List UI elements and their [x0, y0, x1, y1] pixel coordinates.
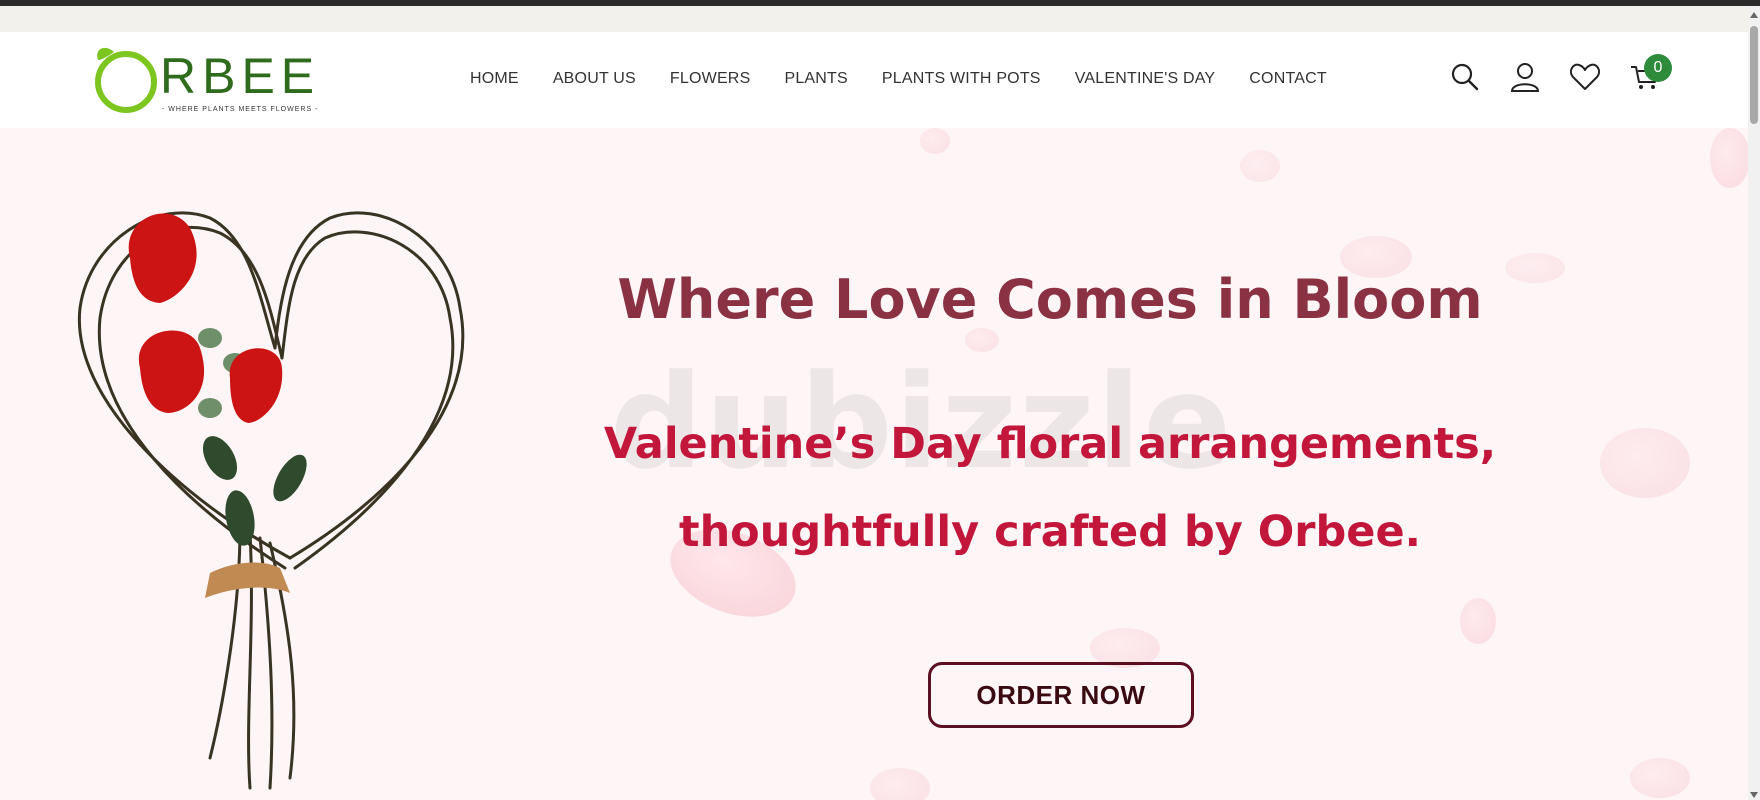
cart-count-badge: 0: [1644, 54, 1672, 82]
petal-decoration: [1630, 758, 1690, 798]
nav-contact[interactable]: CONTACT: [1249, 70, 1327, 88]
logo-o-ring-icon: [95, 47, 157, 113]
petal-decoration: [1600, 428, 1690, 498]
user-icon[interactable]: [1508, 60, 1542, 94]
petal-decoration: [1460, 598, 1496, 644]
hero-subline: Valentine’s Day floral arrangements, tho…: [603, 419, 1497, 557]
hero-banner: dubizzle Where Love Comes in Bloom Valen…: [0, 128, 1748, 800]
nav-home[interactable]: HOME: [470, 70, 519, 88]
petal-decoration: [1240, 150, 1280, 182]
nav-flowers[interactable]: FLOWERS: [670, 70, 751, 88]
logo-tagline: - WHERE PLANTS MEETS FLOWERS -: [162, 106, 319, 113]
nav-plants[interactable]: PLANTS: [784, 70, 847, 88]
petal-decoration: [920, 128, 950, 154]
search-icon[interactable]: [1448, 60, 1482, 94]
rose-bouquet-image: [77, 211, 465, 790]
nav-about-us[interactable]: ABOUT US: [553, 70, 636, 88]
orbee-logo[interactable]: RBEE - WHERE PLANTS MEETS FLOWERS -: [88, 40, 318, 122]
scroll-thumb[interactable]: [1750, 26, 1758, 124]
petal-decoration: [1505, 253, 1565, 283]
site-header: RBEE - WHERE PLANTS MEETS FLOWERS - HOME…: [0, 32, 1748, 128]
nav-plants-with-pots[interactable]: PLANTS WITH POTS: [882, 70, 1041, 88]
heart-icon[interactable]: [1568, 60, 1602, 94]
nav-valentines-day[interactable]: VALENTINE'S DAY: [1075, 70, 1216, 88]
petal-decoration: [1710, 128, 1748, 188]
order-now-button[interactable]: ORDER NOW: [928, 662, 1194, 728]
browser-strip: [0, 6, 1760, 32]
logo-wordmark: RBEE: [160, 48, 321, 104]
hero-headline: Where Love Comes in Bloom: [617, 268, 1483, 331]
scroll-up-arrow-icon[interactable]: [1750, 12, 1758, 18]
main-nav: HOME ABOUT US FLOWERS PLANTS PLANTS WITH…: [470, 70, 1361, 88]
petal-decoration: [870, 768, 930, 800]
scrollbar[interactable]: [1748, 6, 1760, 800]
scroll-down-arrow-icon[interactable]: [1750, 792, 1758, 798]
